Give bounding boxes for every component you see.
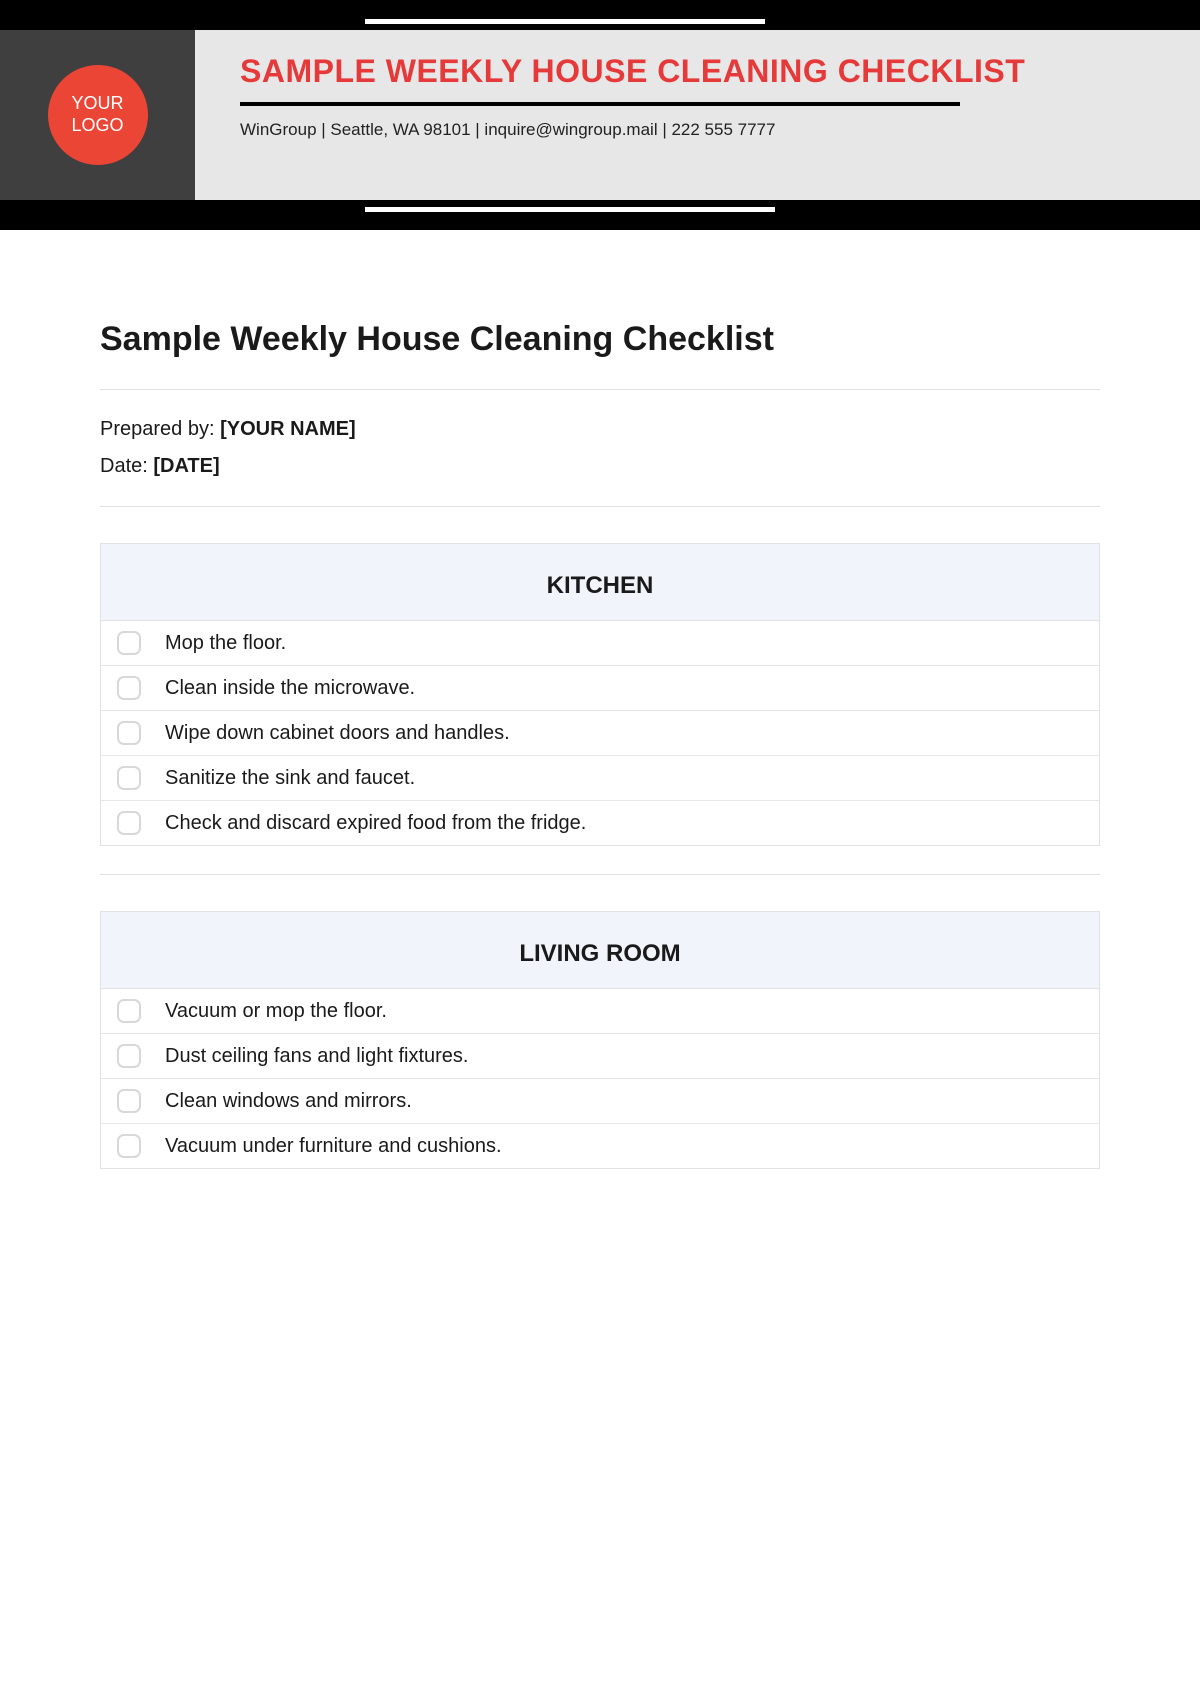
prepared-by-row: Prepared by: [YOUR NAME] [100,418,1100,441]
page-title: Sample Weekly House Cleaning Checklist [100,320,1100,359]
checklist-section: LIVING ROOM Vacuum or mop the floor. Dust … [100,911,1100,1169]
date-value: [DATE] [153,455,219,477]
content-area: Sample Weekly House Cleaning Checklist P… [0,230,1200,1219]
header-underline [240,102,960,106]
task-checkbox[interactable] [117,999,141,1023]
task-text: Wipe down cabinet doors and handles. [165,722,510,745]
sections-container: KITCHEN Mop the floor. Clean inside the mi… [100,543,1100,1169]
date-label: Date: [100,455,153,477]
section-header: KITCHEN [101,544,1099,621]
document-header-title: SAMPLE WEEKLY HOUSE CLEANING CHECKLIST [240,52,1155,90]
header-contact-info: WinGroup | Seattle, WA 98101 | inquire@w… [240,120,1155,140]
task-text: Clean inside the microwave. [165,677,415,700]
top-banner: YOUR LOGO SAMPLE WEEKLY HOUSE CLEANING C… [0,0,1200,230]
logo-text-line1: YOUR [71,93,123,115]
task-checkbox[interactable] [117,721,141,745]
task-row: Sanitize the sink and faucet. [101,756,1099,801]
task-row: Vacuum under furniture and cushions. [101,1124,1099,1168]
task-row: Clean windows and mirrors. [101,1079,1099,1124]
checklist-section: KITCHEN Mop the floor. Clean inside the mi… [100,543,1100,846]
prepared-by-label: Prepared by: [100,418,220,440]
task-checkbox[interactable] [117,811,141,835]
task-checkbox[interactable] [117,1134,141,1158]
task-text: Vacuum under furniture and cushions. [165,1135,502,1158]
task-row: Check and discard expired food from the … [101,801,1099,845]
task-text: Check and discard expired food from the … [165,812,586,835]
divider [100,506,1100,507]
logo-block: YOUR LOGO [0,30,195,200]
task-row: Clean inside the microwave. [101,666,1099,711]
task-text: Dust ceiling fans and light fixtures. [165,1045,469,1068]
divider [100,874,1100,875]
task-checkbox[interactable] [117,676,141,700]
task-row: Mop the floor. [101,621,1099,666]
task-row: Wipe down cabinet doors and handles. [101,711,1099,756]
task-checkbox[interactable] [117,631,141,655]
section-wrap: KITCHEN Mop the floor. Clean inside the mi… [100,543,1100,846]
prepared-by-value: [YOUR NAME] [220,418,356,440]
logo-text-line2: LOGO [71,115,123,137]
task-row: Dust ceiling fans and light fixtures. [101,1034,1099,1079]
section-header: LIVING ROOM [101,912,1099,989]
divider [100,389,1100,390]
date-row: Date: [DATE] [100,455,1100,478]
logo-placeholder: YOUR LOGO [48,65,148,165]
task-checkbox[interactable] [117,766,141,790]
section-wrap: LIVING ROOM Vacuum or mop the floor. Dust … [100,911,1100,1169]
task-text: Clean windows and mirrors. [165,1090,412,1113]
task-text: Vacuum or mop the floor. [165,1000,387,1023]
task-row: Vacuum or mop the floor. [101,989,1099,1034]
task-checkbox[interactable] [117,1044,141,1068]
task-checkbox[interactable] [117,1089,141,1113]
task-text: Mop the floor. [165,632,286,655]
task-text: Sanitize the sink and faucet. [165,767,415,790]
header-card: SAMPLE WEEKLY HOUSE CLEANING CHECKLIST W… [195,30,1200,200]
